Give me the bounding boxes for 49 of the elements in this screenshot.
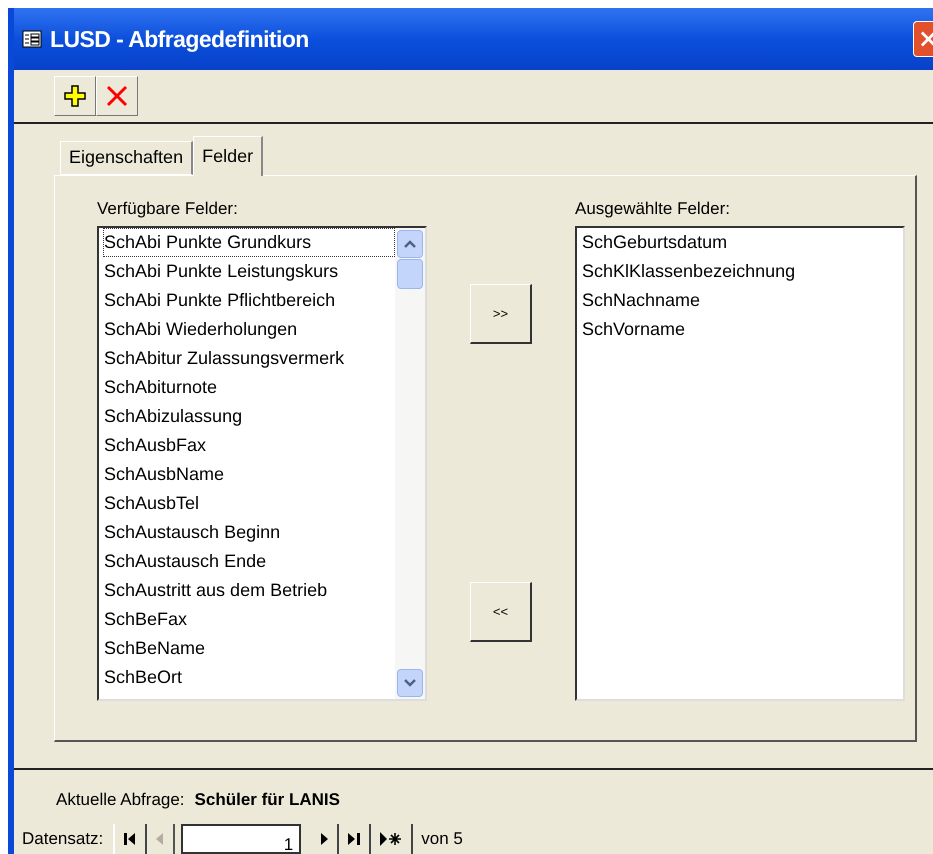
navigator-label: Datensatz: — [22, 828, 104, 850]
first-record-icon — [123, 832, 138, 846]
tab[interactable]: Eigenschaften — [60, 140, 194, 175]
list-item[interactable]: SchVorname — [582, 316, 903, 345]
new-record-icon — [379, 831, 404, 847]
list-item[interactable]: SchAbiturnote — [103, 372, 395, 402]
list-item[interactable]: SchAbi Punkte Pflichtbereich — [103, 286, 395, 315]
next-icon — [319, 832, 330, 846]
list-item[interactable]: SchAusbName — [103, 460, 395, 489]
list-item[interactable]: SchBeName — [103, 634, 395, 663]
scrollbar[interactable] — [395, 228, 425, 699]
list-item[interactable]: SchAbitur Zulassungsvermerk — [103, 344, 395, 373]
list-item[interactable]: SchKlKlassenbezeichnung — [582, 258, 903, 287]
move-button[interactable]: << — [470, 582, 532, 642]
chevron-up-icon — [404, 240, 416, 248]
scroll-down-button[interactable] — [397, 668, 423, 697]
status-value: Schüler für LANIS — [194, 789, 340, 812]
list-item[interactable]: SchAustritt aus dem Betrieb — [103, 576, 395, 605]
close-icon — [105, 84, 129, 108]
list-label: Verfügbare Felder: — [97, 198, 239, 220]
list-item[interactable]: SchAusbFax — [103, 430, 395, 460]
chevron-down-icon — [404, 678, 416, 687]
record-field[interactable]: 1 — [181, 824, 302, 854]
list-item[interactable]: SchAusbTel — [103, 488, 395, 518]
list-item[interactable]: SchGeburtsdatum — [582, 228, 903, 258]
close-button[interactable] — [913, 20, 933, 57]
list-item[interactable]: SchAustausch Ende — [103, 546, 395, 576]
scroll-thumb[interactable] — [397, 258, 423, 289]
move-button[interactable]: >> — [470, 284, 532, 344]
list-label: Ausgewählte Felder: — [575, 198, 731, 220]
list-item[interactable]: SchAustausch Beginn — [103, 518, 395, 547]
list-item[interactable]: SchAbi Punkte Grundkurs — [103, 228, 395, 257]
status-label: Aktuelle Abfrage: — [56, 789, 185, 812]
list-item[interactable]: SchAbi Punkte Leistungskurs — [103, 256, 395, 286]
toolbar-button[interactable] — [54, 76, 96, 116]
form-icon — [22, 30, 42, 48]
previous-icon — [155, 832, 166, 846]
list-item[interactable]: SchBeFax — [103, 604, 395, 634]
close-icon — [920, 28, 933, 49]
list-item[interactable]: SchNachname — [582, 286, 903, 316]
plus-icon — [63, 84, 87, 108]
record-count: von 5 — [421, 828, 463, 850]
tab[interactable]: Felder — [193, 136, 264, 176]
list-item[interactable]: SchAbizulassung — [103, 402, 395, 431]
scroll-up-button[interactable] — [397, 230, 423, 258]
list-item[interactable]: SchAbi Wiederholungen — [103, 314, 395, 344]
list-item[interactable]: SchBeOrt — [103, 662, 395, 692]
window-title: LUSD - Abfragedefinition — [50, 24, 309, 54]
last-record-icon — [347, 832, 362, 846]
